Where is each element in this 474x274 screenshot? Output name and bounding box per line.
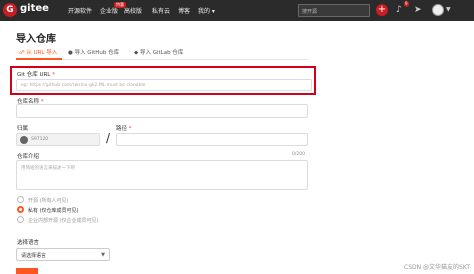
radio-private[interactable] [17, 206, 24, 213]
tab-gitlab-import[interactable]: ◆ 导入 GitLab 仓库 [134, 48, 183, 56]
tab-url-import[interactable]: ☍ 从 URL 导入 [19, 48, 57, 56]
owner-label: 归属 [17, 126, 29, 132]
gitlab-icon: ◆ [134, 50, 139, 56]
intro-placeholder: 用简短的语言来描述一下吧 [21, 166, 75, 171]
nav-open-source[interactable]: 开源软件 [68, 6, 92, 15]
radio-private-label: 私有 (仅仓库成员可见) [28, 208, 79, 214]
owner-select[interactable]: S97120 [16, 133, 100, 146]
nav-university[interactable]: 高校版 [124, 6, 142, 15]
search-placeholder: 搜开源 [302, 9, 318, 15]
path-input[interactable] [116, 133, 308, 146]
intro-textarea[interactable]: 用简短的语言来描述一下吧 [16, 160, 308, 190]
git-url-label: Git 仓库 URL * [17, 70, 55, 78]
page-title: 导入仓库 [16, 34, 56, 45]
radio-public-label: 开源 (所有人可见) [28, 198, 69, 204]
owner-avatar [20, 136, 28, 144]
git-url-input[interactable]: eg: https://github.com/rwsl/ui-gk2.ML mu… [16, 79, 312, 91]
notification-badge: 9 [404, 1, 409, 7]
intro-label: 仓库介绍 [17, 154, 40, 160]
required-marker: * [128, 126, 132, 132]
repo-name-input[interactable] [16, 104, 308, 118]
nav-private-cloud[interactable]: 私有云 [152, 6, 170, 15]
submit-button-edge[interactable] [16, 268, 38, 274]
import-tabs: ☍ 从 URL 导入 ● 导入 GitHub 仓库 ◆ 导入 GitLab 仓库 [16, 46, 308, 60]
watermark: CSDN @文华猫友的SKT [404, 264, 470, 271]
tab-github-import-label: 导入 GitHub 仓库 [74, 50, 120, 56]
bell-icon[interactable]: ♪ [396, 5, 402, 15]
brand-name[interactable]: gitee [20, 3, 49, 14]
path-separator: / [106, 131, 111, 145]
radio-internal-label: 企业内部开源 (仅企业成员可见) [28, 218, 99, 224]
chevron-down-icon: ▼ [101, 252, 105, 258]
tab-github-import[interactable]: ● 导入 GitHub 仓库 [68, 48, 119, 56]
radio-public[interactable] [17, 196, 24, 203]
nav-blog[interactable]: 博客 [178, 6, 190, 15]
tab-gitlab-import-label: 导入 GitLab 仓库 [139, 50, 184, 56]
language-select-value: 请选择语言 [21, 253, 47, 259]
path-label-text: 路径 [116, 126, 128, 132]
search-input[interactable]: 搜开源 [298, 4, 370, 17]
radio-internal[interactable] [17, 216, 24, 223]
required-marker: * [52, 72, 55, 78]
owner-value: S97120 [31, 137, 49, 142]
github-icon: ● [68, 50, 73, 56]
language-select[interactable]: 请选择语言 ▼ [16, 248, 110, 261]
path-label: 路径 * [116, 124, 132, 132]
create-plus-icon[interactable]: + [376, 4, 388, 16]
active-tab-indicator [16, 58, 62, 60]
intro-counter: 0/200 [292, 152, 305, 157]
gitee-logo-icon[interactable]: G [3, 3, 17, 17]
git-url-label-text: Git 仓库 URL [17, 72, 51, 78]
top-navbar: G gitee 开源软件 企业版 特惠 高校版 私有云 博客 我的 ▾ 搜开源 … [0, 0, 474, 21]
nav-mine[interactable]: 我的 ▾ [198, 6, 215, 15]
chevron-down-icon[interactable]: ▼ [446, 6, 451, 13]
link-icon: ☍ [19, 50, 25, 56]
send-icon[interactable]: ➤ [414, 5, 422, 15]
language-label: 选择语言 [17, 240, 40, 246]
git-url-placeholder: eg: https://github.com/rwsl/ui-gk2.ML mu… [21, 83, 146, 88]
avatar[interactable] [432, 4, 444, 16]
tab-url-import-label: 从 URL 导入 [26, 50, 58, 56]
